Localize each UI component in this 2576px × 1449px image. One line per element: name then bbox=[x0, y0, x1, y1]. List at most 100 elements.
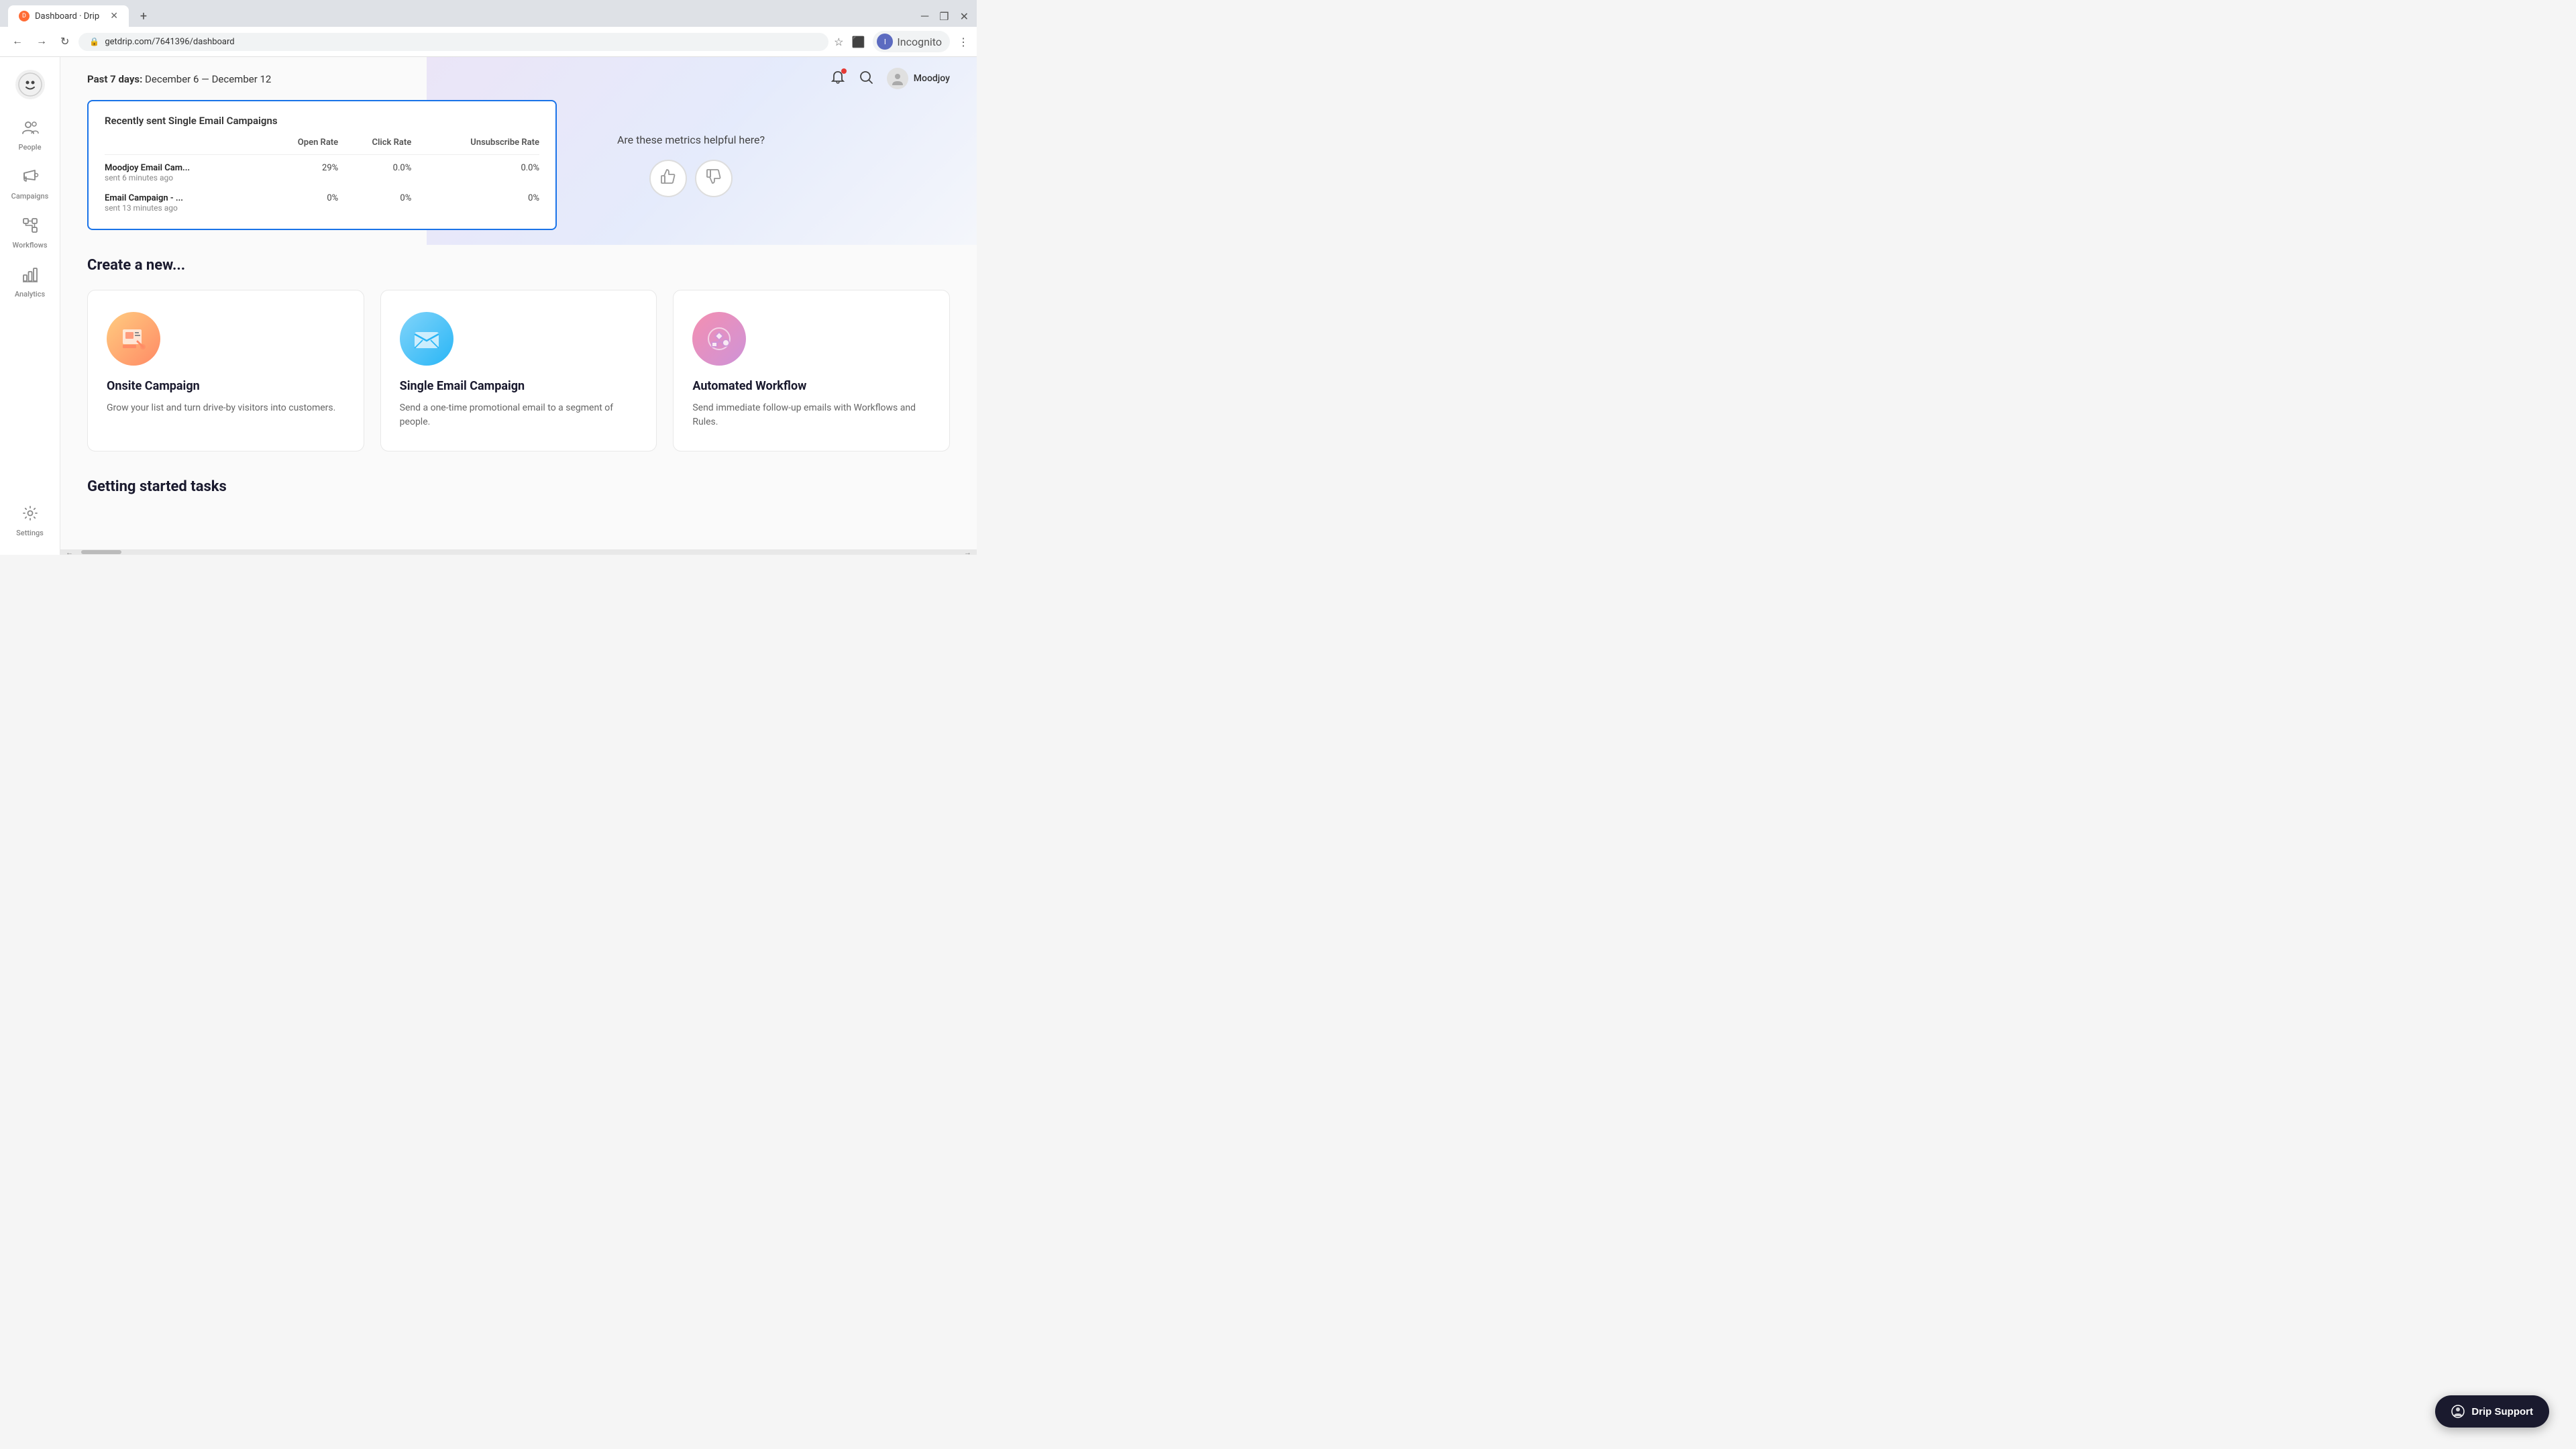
onsite-campaign-description: Grow your list and turn drive-by visitor… bbox=[107, 401, 345, 415]
email-campaign-title: Single Email Campaign bbox=[400, 379, 638, 393]
feedback-buttons bbox=[649, 160, 733, 197]
drip-support-button[interactable]: Drip Support bbox=[2435, 1395, 2549, 1428]
workflows-icon bbox=[21, 217, 39, 238]
notification-dot bbox=[841, 68, 847, 74]
nav-bar: ← → ↻ 🔒 getdrip.com/7641396/dashboard ☆ … bbox=[0, 27, 977, 57]
address-text: getdrip.com/7641396/dashboard bbox=[105, 37, 234, 47]
minimize-button[interactable]: ─ bbox=[921, 9, 928, 23]
campaign-name-1: Moodjoy Email Cam... bbox=[105, 163, 263, 173]
table-row: Email Campaign - ... sent 13 minutes ago… bbox=[105, 185, 539, 215]
email-icon-wrapper bbox=[400, 312, 453, 366]
tab-favicon: D bbox=[19, 11, 30, 21]
workflow-icon-wrapper bbox=[692, 312, 746, 366]
back-button[interactable]: ← bbox=[8, 33, 27, 50]
create-card-email[interactable]: Single Email Campaign Send a one-time pr… bbox=[380, 290, 657, 451]
col-click-rate: Click Rate bbox=[338, 138, 411, 155]
metrics-feedback: Are these metrics helpful here? bbox=[584, 100, 798, 230]
logo-icon bbox=[15, 70, 45, 99]
thumbs-down-button[interactable] bbox=[695, 160, 733, 197]
main-content: Past 7 days: December 6 — December 12 bbox=[60, 57, 977, 555]
user-profile-button[interactable]: Moodjoy bbox=[887, 68, 950, 89]
scroll-left-arrow[interactable]: ← bbox=[60, 548, 78, 555]
notifications-button[interactable] bbox=[830, 70, 845, 88]
extensions-icon[interactable]: ⬛ bbox=[851, 36, 865, 48]
analytics-icon bbox=[21, 266, 39, 287]
user-avatar bbox=[887, 68, 908, 89]
sidebar-item-settings-label: Settings bbox=[16, 529, 44, 537]
col-unsubscribe-rate: Unsubscribe Rate bbox=[411, 138, 539, 155]
create-section: Create a new... bbox=[87, 257, 950, 451]
workflow-description: Send immediate follow-up emails with Wor… bbox=[692, 401, 930, 429]
menu-icon[interactable]: ⋮ bbox=[958, 36, 969, 48]
sidebar-item-workflows[interactable]: Workflows bbox=[4, 210, 56, 256]
date-range-display: Past 7 days: December 6 — December 12 bbox=[87, 72, 271, 85]
tab-title: Dashboard · Drip bbox=[35, 11, 99, 21]
onsite-campaign-title: Onsite Campaign bbox=[107, 379, 345, 393]
thumbs-up-icon bbox=[659, 168, 677, 189]
page-header: Past 7 days: December 6 — December 12 bbox=[60, 57, 977, 100]
active-tab[interactable]: D Dashboard · Drip ✕ bbox=[8, 5, 129, 27]
restore-button[interactable]: ❐ bbox=[939, 10, 949, 23]
sidebar-item-people-label: People bbox=[19, 143, 42, 152]
scroll-right-arrow[interactable]: → bbox=[959, 548, 977, 555]
campaign-unsubscribe-rate-2: 0% bbox=[411, 185, 539, 215]
people-icon bbox=[21, 119, 39, 140]
profile-button[interactable]: I Incognito bbox=[873, 31, 950, 52]
col-open-rate: Open Rate bbox=[263, 138, 338, 155]
table-row: Moodjoy Email Cam... sent 6 minutes ago … bbox=[105, 155, 539, 186]
campaigns-table-body: Moodjoy Email Cam... sent 6 minutes ago … bbox=[105, 155, 539, 216]
create-card-onsite[interactable]: Onsite Campaign Grow your list and turn … bbox=[87, 290, 364, 451]
sidebar-item-workflows-label: Workflows bbox=[13, 241, 48, 250]
search-button[interactable] bbox=[859, 70, 873, 88]
sidebar-item-analytics[interactable]: Analytics bbox=[4, 259, 56, 305]
metrics-question: Are these metrics helpful here? bbox=[617, 133, 765, 146]
app-layout: People Campaigns bbox=[0, 57, 977, 555]
thumbs-up-button[interactable] bbox=[649, 160, 687, 197]
campaigns-table-title: Recently sent Single Email Campaigns bbox=[105, 115, 539, 127]
getting-started-title: Getting started tasks bbox=[87, 478, 950, 495]
date-label: Past 7 days: December 6 — December 12 bbox=[87, 73, 271, 85]
campaigns-table: Open Rate Click Rate Unsubscribe Rate Mo… bbox=[105, 138, 539, 215]
campaign-open-rate-1: 29% bbox=[263, 155, 338, 186]
sidebar-item-analytics-label: Analytics bbox=[15, 290, 45, 299]
horizontal-scrollbar[interactable]: ← → bbox=[60, 549, 977, 555]
bookmark-icon[interactable]: ☆ bbox=[834, 36, 843, 48]
profile-avatar: I bbox=[877, 34, 893, 50]
reload-button[interactable]: ↻ bbox=[56, 32, 73, 51]
address-bar[interactable]: 🔒 getdrip.com/7641396/dashboard bbox=[78, 33, 828, 51]
close-button[interactable]: ✕ bbox=[960, 10, 969, 23]
scroll-thumb bbox=[81, 550, 121, 554]
campaigns-icon bbox=[21, 168, 39, 189]
sidebar-item-settings[interactable]: Settings bbox=[4, 498, 56, 544]
workflow-title: Automated Workflow bbox=[692, 379, 930, 393]
campaign-sent-1: sent 6 minutes ago bbox=[105, 173, 263, 182]
campaign-info-2: Email Campaign - ... sent 13 minutes ago bbox=[105, 185, 263, 215]
user-name: Moodjoy bbox=[914, 73, 950, 84]
tab-close-button[interactable]: ✕ bbox=[110, 11, 118, 21]
header-actions: Moodjoy bbox=[830, 68, 950, 89]
settings-icon bbox=[21, 504, 39, 526]
create-card-workflow[interactable]: Automated Workflow Send immediate follow… bbox=[673, 290, 950, 451]
campaign-name-2: Email Campaign - ... bbox=[105, 193, 263, 203]
sidebar-item-people[interactable]: People bbox=[4, 112, 56, 158]
profile-label: Incognito bbox=[897, 36, 942, 48]
onsite-icon-wrapper bbox=[107, 312, 160, 366]
campaign-info: Moodjoy Email Cam... sent 6 minutes ago bbox=[105, 155, 263, 186]
sidebar-item-campaigns[interactable]: Campaigns bbox=[4, 161, 56, 207]
create-section-title: Create a new... bbox=[87, 257, 950, 274]
lock-icon: 🔒 bbox=[89, 37, 99, 46]
campaign-unsubscribe-rate-1: 0.0% bbox=[411, 155, 539, 186]
drip-support-icon bbox=[2451, 1405, 2465, 1418]
campaign-click-rate-1: 0.0% bbox=[338, 155, 411, 186]
campaign-click-rate-2: 0% bbox=[338, 185, 411, 215]
getting-started-section: Getting started tasks bbox=[87, 478, 950, 495]
window-controls: ─ ❐ ✕ bbox=[921, 9, 969, 23]
nav-right-actions: ☆ ⬛ I Incognito ⋮ bbox=[834, 31, 969, 52]
sidebar-logo[interactable] bbox=[13, 68, 47, 101]
email-campaign-description: Send a one-time promotional email to a s… bbox=[400, 401, 638, 429]
thumbs-down-icon bbox=[705, 168, 722, 189]
sidebar: People Campaigns bbox=[0, 57, 60, 555]
browser-chrome: D Dashboard · Drip ✕ + ─ ❐ ✕ ← → ↻ 🔒 get… bbox=[0, 0, 977, 57]
forward-button[interactable]: → bbox=[32, 33, 51, 50]
new-tab-button[interactable]: + bbox=[134, 7, 153, 25]
